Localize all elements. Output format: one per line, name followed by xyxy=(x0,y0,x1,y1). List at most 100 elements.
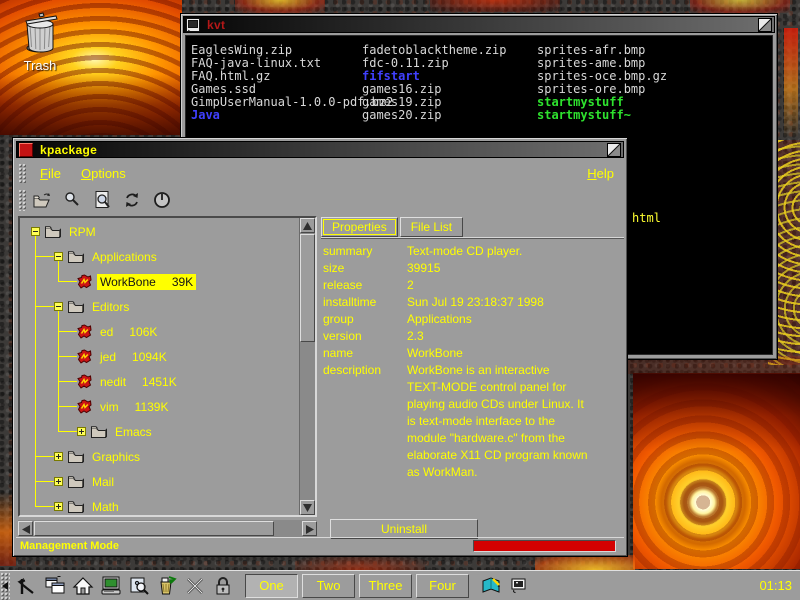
exit-button[interactable] xyxy=(150,189,174,211)
expand-plus-icon[interactable] xyxy=(54,502,63,511)
collapse-minus-icon[interactable] xyxy=(54,302,63,311)
open-folder-icon xyxy=(32,191,52,209)
tree-row-emacs[interactable]: Emacs xyxy=(22,419,155,444)
tree-row-mail[interactable]: Mail xyxy=(22,469,117,494)
tree-horizontal-scrollbar[interactable] xyxy=(18,520,317,538)
tree-row-vim[interactable]: vim1139K xyxy=(22,394,171,419)
scrollbar-thumb[interactable] xyxy=(300,234,315,342)
open-folder-button[interactable] xyxy=(30,189,54,211)
menu-file[interactable]: File xyxy=(40,166,61,181)
property-label: description xyxy=(323,362,407,481)
property-label: name xyxy=(323,345,407,362)
find-file-button[interactable] xyxy=(90,189,114,211)
taskbar: OneTwoThreeFour 01:13 xyxy=(0,570,800,600)
scrollbar-thumb[interactable] xyxy=(34,521,274,536)
scroll-left-button[interactable] xyxy=(18,521,33,536)
property-row-description: descriptionWorkBone is an interactive TE… xyxy=(323,362,624,481)
tree-row-math[interactable]: Math xyxy=(22,494,122,515)
tree-vertical-scrollbar[interactable] xyxy=(299,218,315,515)
package-icon xyxy=(77,274,92,289)
terminal-column: fadetoblacktheme.zipfdc-0.11.zipfifstart… xyxy=(362,44,507,122)
tab-file-list[interactable]: File List xyxy=(400,217,463,237)
find-files-button[interactable] xyxy=(126,573,152,599)
wallpaper-flame-streak xyxy=(535,555,635,570)
find-icon xyxy=(63,191,81,209)
kpackage-titlebar[interactable]: kpackage xyxy=(16,141,624,158)
panel-hide-button[interactable] xyxy=(0,572,10,600)
terminal-icon xyxy=(100,575,122,596)
wallpaper-flame-streak xyxy=(295,556,425,570)
kpackage-menubar: File Options Help xyxy=(16,161,624,185)
help-book-button[interactable] xyxy=(478,573,504,599)
desktop-button-three[interactable]: Three xyxy=(359,574,412,598)
window-menu-button[interactable] xyxy=(19,143,33,157)
tree-row-nedit[interactable]: nedit1451K xyxy=(22,369,180,394)
tree-row-editors[interactable]: Editors xyxy=(22,294,132,319)
package-icon xyxy=(77,399,92,414)
folder-icon xyxy=(67,449,84,464)
find-button[interactable] xyxy=(60,189,84,211)
menu-options[interactable]: Options xyxy=(81,166,126,181)
menu-help[interactable]: Help xyxy=(587,166,614,181)
reload-icon xyxy=(123,191,141,209)
tree-line xyxy=(58,406,77,407)
scroll-right-button[interactable] xyxy=(302,521,317,536)
collapse-minus-icon[interactable] xyxy=(31,227,40,236)
tree-row-graphics[interactable]: Graphics xyxy=(22,444,143,469)
expand-plus-icon[interactable] xyxy=(77,427,86,436)
taskbar-clock: 01:13 xyxy=(759,578,792,593)
expand-plus-icon[interactable] xyxy=(54,452,63,461)
toolbar-grip[interactable] xyxy=(18,189,26,211)
tree-row-jed[interactable]: jed1094K xyxy=(22,344,170,369)
lock-button[interactable] xyxy=(210,573,236,599)
tree-row-workbone[interactable]: WorkBone39K xyxy=(22,269,196,294)
menubar-grip[interactable] xyxy=(18,163,26,183)
terminal-button[interactable] xyxy=(98,573,124,599)
trash-utility-button[interactable] xyxy=(154,573,180,599)
tree-row-rpm[interactable]: RPM xyxy=(22,219,99,244)
folder-icon xyxy=(67,249,84,264)
terminal-maximize-button[interactable] xyxy=(758,18,772,32)
folder-icon xyxy=(67,499,84,514)
tree-line xyxy=(35,256,54,257)
desktop: Trash kvt EaglesWing.zipFAQ-java-linux.t… xyxy=(0,0,800,600)
kill-window-icon xyxy=(185,576,205,596)
property-label: group xyxy=(323,311,407,328)
property-row-group: groupApplications xyxy=(323,311,624,328)
uninstall-button[interactable]: Uninstall xyxy=(330,519,478,539)
property-row-version: version2.3 xyxy=(323,328,624,345)
tree-row-applications[interactable]: Applications xyxy=(22,244,160,269)
terminal-titlebar[interactable]: kvt xyxy=(183,16,775,33)
home-button[interactable] xyxy=(70,573,96,599)
scroll-up-button[interactable] xyxy=(300,218,315,233)
tree-line xyxy=(35,481,54,482)
desktop-button-one[interactable]: One xyxy=(245,574,298,598)
property-row-name: nameWorkBone xyxy=(323,345,624,362)
package-icon xyxy=(77,324,92,339)
property-label: release xyxy=(323,277,407,294)
tree-line xyxy=(35,506,54,507)
scroll-down-button[interactable] xyxy=(300,500,315,515)
terminal-window-button[interactable] xyxy=(506,573,532,599)
tab-properties[interactable]: Properties xyxy=(321,217,398,237)
collapse-minus-icon[interactable] xyxy=(54,252,63,261)
kpackage-maximize-button[interactable] xyxy=(607,143,621,157)
exit-icon xyxy=(153,191,171,209)
kill-window-button[interactable] xyxy=(182,573,208,599)
desktop-button-two[interactable]: Two xyxy=(302,574,355,598)
tree-row-text: Mail xyxy=(89,474,117,490)
window-list-button[interactable] xyxy=(42,573,68,599)
folder-icon xyxy=(67,474,84,489)
terminal-window-icon[interactable] xyxy=(186,18,200,32)
trash-desktop-icon[interactable]: Trash xyxy=(10,12,70,73)
reload-button[interactable] xyxy=(120,189,144,211)
tree-line xyxy=(58,381,77,382)
property-value: Applications xyxy=(407,311,472,328)
tree-row-ed[interactable]: ed106K xyxy=(22,319,160,344)
tree-row-text: Graphics xyxy=(89,449,143,465)
desktop-button-four[interactable]: Four xyxy=(416,574,469,598)
expand-plus-icon[interactable] xyxy=(54,477,63,486)
terminal-text-fragment: html xyxy=(632,212,661,225)
k-menu-button[interactable] xyxy=(14,573,40,599)
wallpaper-flame-streak xyxy=(430,0,560,12)
